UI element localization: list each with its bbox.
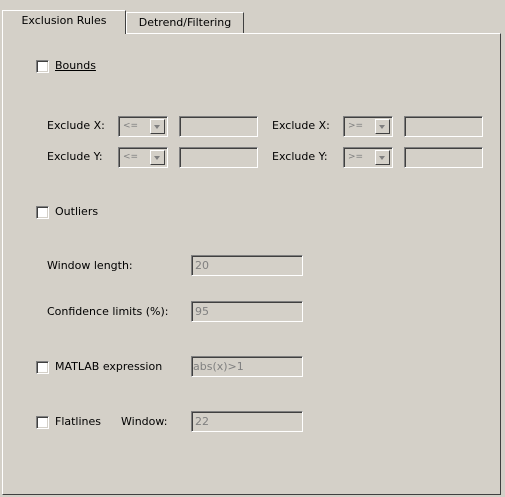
flatlines-window-input[interactable]: 22	[191, 411, 303, 432]
chevron-down-icon	[379, 156, 385, 160]
matlab-expression-label: MATLAB expression	[55, 360, 163, 373]
exclude-x-min-label: Exclude X:	[47, 119, 105, 132]
exclude-y-max-input[interactable]	[404, 147, 483, 168]
chevron-down-icon	[379, 125, 385, 129]
tab-exclusion-rules[interactable]: Exclusion Rules	[2, 10, 126, 34]
flatlines-window-label: Window:	[121, 415, 168, 428]
exclude-y-min-label: Exclude Y:	[47, 150, 103, 163]
window-length-label: Window length:	[47, 259, 133, 272]
confidence-limits-input[interactable]: 95	[191, 301, 303, 322]
exclude-x-min-dropdown-button[interactable]	[150, 119, 165, 134]
exclude-y-max-operator[interactable]: >=	[343, 147, 393, 168]
exclude-y-min-input[interactable]	[179, 147, 258, 168]
outliers-checkbox[interactable]	[36, 206, 49, 219]
flatlines-checkbox[interactable]	[36, 416, 49, 429]
chevron-down-icon	[154, 125, 160, 129]
exclude-x-max-operator[interactable]: >=	[343, 116, 393, 137]
exclude-x-max-input[interactable]	[404, 116, 483, 137]
tab-detrend-filtering[interactable]: Detrend/Filtering	[126, 12, 244, 33]
exclude-y-min-dropdown-button[interactable]	[150, 150, 165, 165]
outliers-label: Outliers	[55, 205, 99, 218]
exclude-x-min-operator[interactable]: <=	[118, 116, 168, 137]
exclude-y-min-operator[interactable]: <=	[118, 147, 168, 168]
exclude-x-max-operator-value: >=	[348, 121, 364, 131]
tab-exclusion-rules-label: Exclusion Rules	[21, 14, 107, 27]
window-length-input[interactable]: 20	[191, 255, 303, 276]
exclude-x-min-operator-value: <=	[123, 121, 139, 131]
tab-join	[3, 32, 125, 35]
flatlines-label: Flatlines	[55, 415, 102, 428]
bounds-checkbox[interactable]	[36, 60, 49, 73]
confidence-limits-label: Confidence limits (%):	[47, 305, 169, 318]
exclusion-rules-dialog: Exclusion Rules Detrend/Filtering Bounds…	[0, 0, 505, 497]
bounds-label: Bounds	[55, 59, 96, 72]
exclude-x-max-dropdown-button[interactable]	[375, 119, 390, 134]
exclude-x-min-input[interactable]	[179, 116, 258, 137]
exclude-x-max-label: Exclude X:	[272, 119, 330, 132]
exclude-y-max-dropdown-button[interactable]	[375, 150, 390, 165]
matlab-expression-input[interactable]: abs(x)>1	[191, 356, 303, 377]
tab-detrend-filtering-label: Detrend/Filtering	[138, 16, 232, 29]
matlab-expression-checkbox[interactable]	[36, 361, 49, 374]
exclude-y-min-operator-value: <=	[123, 152, 139, 162]
exclude-y-max-operator-value: >=	[348, 152, 364, 162]
exclude-y-max-label: Exclude Y:	[272, 150, 328, 163]
chevron-down-icon	[154, 156, 160, 160]
